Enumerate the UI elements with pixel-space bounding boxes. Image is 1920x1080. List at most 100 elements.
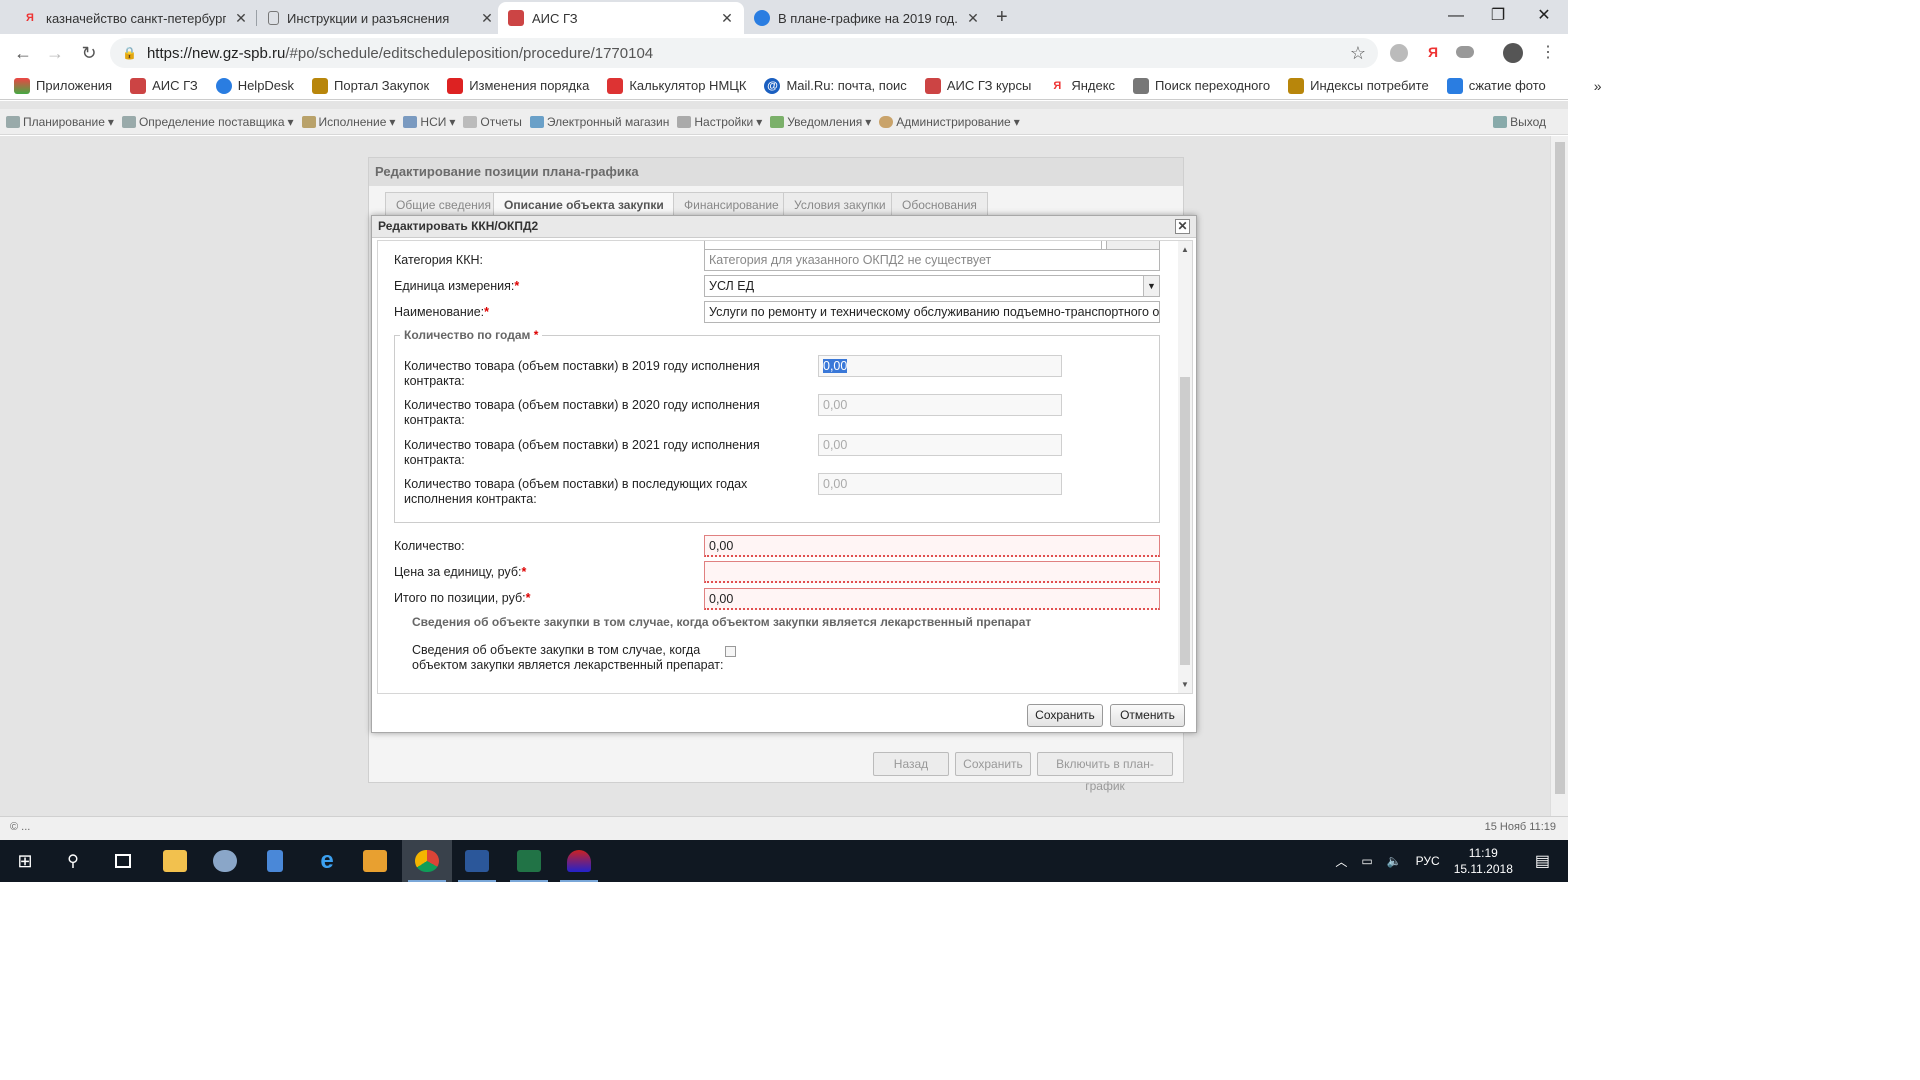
- new-tab-button[interactable]: +: [996, 6, 1008, 29]
- extension-icon[interactable]: [1390, 44, 1408, 62]
- year-2019-field[interactable]: 0,00: [818, 355, 1062, 377]
- browser-tab-active[interactable]: АИС ГЗ ✕: [498, 2, 744, 34]
- extension-icon[interactable]: [1456, 46, 1474, 58]
- bookmark-item[interactable]: Портал Закупок: [312, 77, 429, 94]
- network-icon[interactable]: ▭: [1361, 854, 1372, 868]
- back-button[interactable]: Назад: [873, 752, 949, 776]
- notifications-icon[interactable]: ▤: [1535, 851, 1550, 871]
- year-2019-value: 0,00: [823, 359, 848, 373]
- chevron-down-icon[interactable]: ▼: [1143, 276, 1159, 296]
- taskbar-explorer[interactable]: [150, 840, 200, 882]
- taskbar-word[interactable]: [452, 840, 502, 882]
- browser-tab[interactable]: Инструкции и разъяснения ✕: [258, 2, 504, 34]
- menu-reports[interactable]: Отчеты: [463, 115, 522, 129]
- url-field[interactable]: 🔒 https://new.gz-spb.ru/#po/schedule/edi…: [110, 38, 1378, 68]
- category-field[interactable]: Категория для указанного ОКПД2 не сущест…: [704, 249, 1160, 271]
- scroll-up-icon[interactable]: ▲: [1181, 245, 1189, 254]
- browser-tab[interactable]: В плане-графике на 2019 год. С ✕: [744, 2, 990, 34]
- taskbar-player[interactable]: [350, 840, 400, 882]
- close-window-icon[interactable]: ✕: [1524, 4, 1564, 28]
- browser-tab[interactable]: Я казначейство санкт-петербурга ✕: [12, 2, 258, 34]
- search-button[interactable]: ⚲: [48, 840, 98, 882]
- bookmark-apps[interactable]: Приложения: [14, 77, 112, 94]
- taskbar-app[interactable]: [200, 840, 250, 882]
- status-datetime: 15 Нояб 11:19: [1484, 821, 1556, 833]
- taskbar-calculator[interactable]: [250, 840, 300, 882]
- menu-notifications[interactable]: Уведомления ▾: [770, 115, 871, 129]
- save-button[interactable]: Сохранить: [955, 752, 1031, 776]
- dialog-body: Категория ККН: Категория для указанного …: [377, 240, 1193, 694]
- bookmark-item[interactable]: Индексы потребите: [1288, 77, 1429, 94]
- menu-supplier[interactable]: Определение поставщика ▾: [121, 115, 294, 129]
- menu-icon[interactable]: ⋮: [1540, 42, 1556, 62]
- taskbar-ie[interactable]: e: [302, 840, 352, 882]
- close-tab-icon[interactable]: ✕: [966, 10, 980, 27]
- dialog-cancel-button[interactable]: Отменить: [1110, 704, 1185, 727]
- year-later-field[interactable]: 0,00: [818, 473, 1062, 495]
- url-host: https://new.gz-spb.ru: [146, 44, 286, 62]
- menu-execution[interactable]: Исполнение ▾: [301, 115, 395, 129]
- task-view-button[interactable]: [98, 840, 148, 882]
- back-icon[interactable]: ←: [10, 40, 36, 66]
- name-field[interactable]: Услуги по ремонту и техническому обслужи…: [704, 301, 1160, 323]
- drug-checkbox[interactable]: [725, 646, 736, 657]
- bookmark-item[interactable]: Поиск переходного: [1133, 77, 1270, 94]
- years-legend: Количество по годам *: [400, 328, 543, 342]
- tab-object-description[interactable]: Описание объекта закупки: [493, 192, 675, 216]
- language-indicator[interactable]: РУС: [1416, 854, 1440, 868]
- unit-select[interactable]: УСЛ ЕД ▼: [704, 275, 1160, 297]
- menu-eshop[interactable]: Электронный магазин: [529, 115, 669, 129]
- tab-financing[interactable]: Финансирование: [673, 192, 790, 216]
- total-field[interactable]: 0,00: [704, 588, 1160, 610]
- close-tab-icon[interactable]: ✕: [480, 10, 494, 27]
- bookmark-item[interactable]: Калькулятор НМЦК: [607, 77, 746, 94]
- calculator-icon: [267, 850, 283, 872]
- minimize-icon[interactable]: —: [1436, 4, 1476, 28]
- quantity-field[interactable]: 0,00: [704, 535, 1160, 557]
- bookmark-item[interactable]: Я Яндекс: [1049, 78, 1115, 94]
- year-2021-field[interactable]: 0,00: [818, 434, 1062, 456]
- profile-icon[interactable]: [1503, 43, 1523, 63]
- clock[interactable]: 11:19 15.11.2018: [1454, 845, 1513, 877]
- bookmark-item[interactable]: @ Mail.Ru: почта, поис: [764, 77, 907, 94]
- taskbar-chrome[interactable]: [402, 840, 452, 882]
- close-icon[interactable]: ✕: [1175, 219, 1190, 234]
- dialog-save-button[interactable]: Сохранить: [1027, 704, 1103, 727]
- start-button[interactable]: ⊞: [0, 840, 50, 882]
- tab-purchase-conditions[interactable]: Условия закупки: [783, 192, 897, 216]
- bookmark-item[interactable]: сжатие фото: [1446, 77, 1546, 94]
- forward-icon[interactable]: →: [42, 40, 68, 66]
- menu-admin[interactable]: Администрирование ▾: [879, 115, 1020, 129]
- tab-general[interactable]: Общие сведения: [385, 192, 502, 216]
- year-2020-field[interactable]: 0,00: [818, 394, 1062, 416]
- bookmark-item[interactable]: АИС ГЗ курсы: [924, 77, 1031, 94]
- taskbar-app[interactable]: [554, 840, 604, 882]
- chevron-up-icon[interactable]: ︿: [1335, 853, 1347, 870]
- dialog-scrollbar[interactable]: ▲ ▼: [1178, 241, 1192, 693]
- bookmark-item[interactable]: HelpDesk: [215, 77, 294, 94]
- volume-icon[interactable]: 🔈: [1387, 854, 1402, 868]
- more-bookmarks-icon[interactable]: »: [1594, 78, 1602, 94]
- scroll-down-icon[interactable]: ▼: [1181, 680, 1189, 689]
- restore-icon[interactable]: ❐: [1478, 4, 1518, 28]
- taskbar-excel[interactable]: [504, 840, 554, 882]
- menu-planning[interactable]: Планирование ▾: [6, 115, 114, 129]
- bookmark-item[interactable]: АИС ГЗ: [130, 77, 198, 94]
- bookmark-label: Индексы потребите: [1310, 78, 1429, 93]
- bookmark-item[interactable]: Изменения порядка: [447, 77, 589, 94]
- close-tab-icon[interactable]: ✕: [234, 10, 248, 27]
- unit-price-label-text: Цена за единицу, руб:: [394, 565, 522, 579]
- windows-taskbar: ⊞ ⚲ e ︿ ▭ 🔈 РУС 11:19 15.11.2018 ▤: [0, 840, 1568, 882]
- reload-icon[interactable]: ↻: [76, 40, 102, 66]
- menu-nsi[interactable]: НСИ ▾: [403, 115, 455, 129]
- menu-settings[interactable]: Настройки ▾: [677, 115, 762, 129]
- tab-justification[interactable]: Обоснования: [891, 192, 988, 216]
- bookmark-star-icon[interactable]: ☆: [1350, 43, 1366, 64]
- close-tab-icon[interactable]: ✕: [720, 10, 734, 27]
- page-scrollbar[interactable]: [1550, 136, 1568, 816]
- yandex-extension-icon[interactable]: Я: [1428, 44, 1438, 60]
- unit-price-field[interactable]: [704, 561, 1160, 583]
- include-in-schedule-button[interactable]: Включить в план-график: [1037, 752, 1173, 793]
- task-view-icon: [115, 854, 131, 868]
- exit-button[interactable]: Выход: [1493, 115, 1546, 129]
